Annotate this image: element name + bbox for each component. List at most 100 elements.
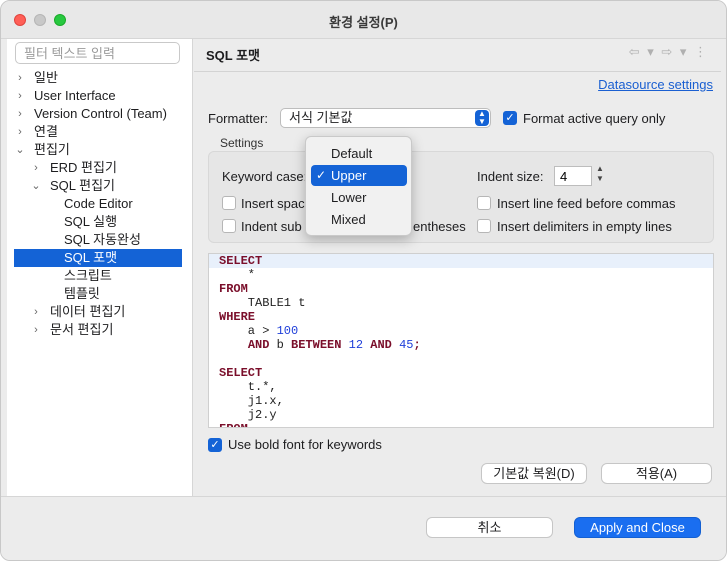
keyword-case-dropdown: Default ✓ Upper Lower Mixed <box>305 136 412 236</box>
sidebar-item-label: 문서 편집기 <box>50 322 114 337</box>
preferences-tree: › 일반 › User Interface › Version Control (Team… <box>14 69 182 339</box>
sidebar-item-label: ERD 편집기 <box>50 160 117 175</box>
format-active-query-checkbox[interactable]: ✓ <box>503 111 517 125</box>
sql-keyword: FROM <box>219 422 248 427</box>
dropdown-option-lower[interactable]: Lower <box>311 187 407 208</box>
dropdown-option-label: Default <box>331 146 373 161</box>
history-nav-icons[interactable]: ⇦ ▾ ⇨ ▾ ⋮ <box>629 44 709 60</box>
sql-text: j2.y <box>219 408 277 422</box>
sidebar-item[interactable]: ⌄ SQL 편집기 <box>14 177 182 195</box>
apply-button[interactable]: 적용(A) <box>601 463 712 484</box>
footer: 취소 Apply and Close <box>1 496 726 560</box>
restore-defaults-button[interactable]: 기본값 복원(D) <box>481 463 587 484</box>
insert-spaces-label: Insert spac <box>241 196 305 211</box>
indent-size-input[interactable] <box>554 166 592 186</box>
chevron-down-icon[interactable]: ⌄ <box>30 177 42 195</box>
insert-spaces-checkbox[interactable] <box>222 196 236 210</box>
sidebar-item-label: 연결 <box>34 124 58 139</box>
sidebar-item[interactable]: › 일반 <box>14 69 182 87</box>
chevron-right-icon[interactable]: › <box>30 321 42 339</box>
indent-size-label: Indent size: <box>477 169 544 184</box>
code-line: FROM <box>209 282 713 296</box>
dropdown-option-mixed[interactable]: Mixed <box>311 209 407 230</box>
insert-line-feed-checkbox[interactable] <box>477 196 491 210</box>
apply-and-close-button[interactable]: Apply and Close <box>574 517 701 538</box>
sidebar-item[interactable]: SQL 자동완성 <box>14 231 182 249</box>
code-line: FROM <box>209 422 713 427</box>
indent-size-stepper[interactable]: ▲ ▼ <box>594 164 606 186</box>
code-line: j1.x, <box>209 394 713 408</box>
sidebar-item[interactable]: › Version Control (Team) <box>14 105 182 123</box>
divider <box>194 71 721 72</box>
code-line: SELECT <box>209 254 713 268</box>
chevron-right-icon[interactable]: › <box>30 303 42 321</box>
insert-line-feed-label: Insert line feed before commas <box>497 196 676 211</box>
sql-text: t.*, <box>219 380 277 394</box>
chevron-right-icon[interactable]: › <box>14 87 26 105</box>
sql-preview[interactable]: SELECT * FROM TABLE1 t WHERE a > 100 AND b… <box>208 253 714 428</box>
insert-delimiters-label: Insert delimiters in empty lines <box>497 219 672 234</box>
sidebar-item-label: 일반 <box>34 70 58 85</box>
cancel-button[interactable]: 취소 <box>426 517 553 538</box>
keyword-case-label: Keyword case: <box>222 169 308 184</box>
sidebar-item-label: Code Editor <box>64 196 133 211</box>
sidebar-item[interactable]: 스크립트 <box>14 267 182 285</box>
sidebar-item[interactable]: SQL 실행 <box>14 213 182 231</box>
sidebar-item[interactable]: › ERD 편집기 <box>14 159 182 177</box>
formatter-value: 서식 기본값 <box>289 110 353 125</box>
sql-keyword: AND <box>370 338 392 352</box>
sidebar-item-label: User Interface <box>34 88 116 103</box>
chevron-down-icon[interactable]: ⌄ <box>14 141 26 159</box>
chevron-right-icon[interactable]: › <box>14 105 26 123</box>
sql-keyword: FROM <box>219 282 248 296</box>
sidebar-item[interactable]: SQL 포맷 <box>14 249 182 267</box>
sidebar-item-label: SQL 포맷 <box>64 250 118 265</box>
dropdown-option-upper[interactable]: ✓ Upper <box>311 165 407 186</box>
sql-text: TABLE1 t <box>219 296 306 310</box>
sidebar-item[interactable]: ⌄ 편집기 <box>14 141 182 159</box>
sidebar-item[interactable]: › 문서 편집기 <box>14 321 182 339</box>
code-line: * <box>209 268 713 282</box>
code-line: a > 100 <box>209 324 713 338</box>
sidebar-item[interactable]: › User Interface <box>14 87 182 105</box>
format-active-query-label: Format active query only <box>523 111 666 126</box>
sidebar-item[interactable]: › 데이터 편집기 <box>14 303 182 321</box>
indent-sub-label-tail: entheses <box>413 219 466 234</box>
dropdown-option-label: Upper <box>331 168 367 183</box>
chevron-right-icon[interactable]: › <box>14 69 26 87</box>
sql-keyword: WHERE <box>219 310 256 324</box>
bold-keywords-checkbox[interactable]: ✓ <box>208 438 222 452</box>
code-line: AND b BETWEEN 12 AND 45; <box>209 338 713 352</box>
chevron-right-icon[interactable]: › <box>14 123 26 141</box>
sidebar-item-label: 편집기 <box>34 142 70 157</box>
filter-input[interactable] <box>15 42 180 64</box>
sql-number: 45 <box>399 338 414 352</box>
sidebar: › 일반 › User Interface › Version Control (Team… <box>7 39 193 496</box>
code-line: j2.y <box>209 408 713 422</box>
sidebar-item-label: Version Control (Team) <box>34 106 167 121</box>
code-line: SELECT <box>209 366 713 380</box>
sql-text: * <box>219 268 256 282</box>
title-bar: 환경 설정(P) <box>1 1 726 39</box>
sidebar-item[interactable]: › 연결 <box>14 123 182 141</box>
sql-number: 100 <box>276 324 299 338</box>
sidebar-item-label: SQL 편집기 <box>50 178 116 193</box>
indent-sub-checkbox[interactable] <box>222 219 236 233</box>
formatter-select[interactable]: 서식 기본값 ▲ ▼ <box>280 108 491 128</box>
preferences-window: 환경 설정(P) › 일반 › User Interface › Version Cont… <box>0 0 727 561</box>
insert-delimiters-checkbox[interactable] <box>477 219 491 233</box>
chevron-right-icon[interactable]: › <box>30 159 42 177</box>
dropdown-option-default[interactable]: Default <box>311 143 407 164</box>
select-arrows-icon: ▲▼ <box>475 110 489 126</box>
main-panel: SQL 포맷 ⇦ ▾ ⇨ ▾ ⋮ Datasource settings For… <box>194 39 721 496</box>
datasource-settings-link[interactable]: Datasource settings <box>598 77 713 92</box>
sql-number: 12 <box>348 338 364 352</box>
sidebar-item[interactable]: 템플릿 <box>14 285 182 303</box>
sql-keyword: SELECT <box>219 366 263 380</box>
sidebar-item-label: 데이터 편집기 <box>50 304 126 319</box>
window-title: 환경 설정(P) <box>329 15 398 30</box>
sidebar-item[interactable]: Code Editor <box>14 195 182 213</box>
page-title: SQL 포맷 <box>206 48 261 63</box>
